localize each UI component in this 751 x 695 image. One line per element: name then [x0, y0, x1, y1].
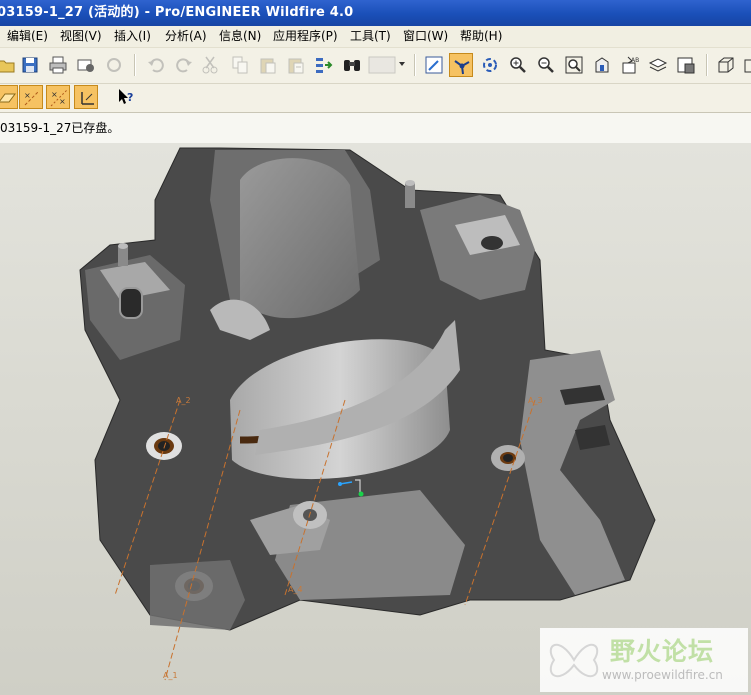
repaint-icon[interactable]	[422, 53, 446, 77]
wireframe-icon[interactable]	[740, 53, 751, 77]
menu-tools[interactable]: 工具(T)	[350, 26, 391, 47]
window-title: 03159-1_27 (活动的) - Pro/ENGINEER Wildfire…	[0, 5, 354, 20]
svg-text:AB: AB	[631, 57, 639, 64]
datum-axes-icon[interactable]: ×	[19, 85, 43, 109]
toolbar-separator	[134, 54, 136, 76]
watermark-title: 野火论坛	[610, 637, 715, 666]
layers-icon[interactable]	[646, 53, 670, 77]
menu-help[interactable]: 帮助(H)	[460, 26, 502, 47]
svg-text:?: ?	[127, 91, 133, 104]
cad-part-model	[79, 147, 656, 631]
main-toolbar: AB	[0, 48, 751, 84]
menu-info[interactable]: 信息(N)	[219, 26, 261, 47]
toolbar-separator	[706, 54, 708, 76]
paste-special-icon[interactable]	[284, 53, 308, 77]
reorient-icon[interactable]	[590, 53, 614, 77]
refit-icon[interactable]	[562, 53, 586, 77]
axis-label-a1: A_1	[163, 671, 178, 680]
undo-icon[interactable]	[144, 53, 168, 77]
paste-icon[interactable]	[256, 53, 280, 77]
find-icon[interactable]	[340, 53, 364, 77]
model-canvas: A_1 A_2 A_3 A_4	[79, 147, 656, 681]
status-message: 03159-1_27已存盘。	[0, 121, 120, 135]
svg-text:×: ×	[51, 90, 58, 99]
menu-window[interactable]: 窗口(W)	[403, 26, 448, 47]
whats-this-icon[interactable]: ?	[114, 85, 138, 109]
selection-filter-dropdown[interactable]	[366, 53, 398, 77]
send-icon[interactable]	[74, 53, 98, 77]
open-icon[interactable]	[0, 53, 18, 77]
svg-text:×: ×	[24, 91, 31, 100]
orient-mode-icon[interactable]	[478, 53, 502, 77]
axis-label-a4: A_4	[288, 585, 303, 594]
zoom-out-icon[interactable]	[534, 53, 558, 77]
menu-analysis[interactable]: 分析(A)	[165, 26, 207, 47]
graphics-window[interactable]: A_1 A_2 A_3 A_4	[0, 143, 751, 695]
view-manager-icon[interactable]	[674, 53, 698, 77]
menu-bar: 编辑(E) 视图(V) 插入(I) 分析(A) 信息(N) 应用程序(P) 工具…	[0, 26, 751, 48]
save-icon[interactable]	[18, 53, 42, 77]
cut-icon[interactable]	[198, 53, 222, 77]
axis-label-a2: A_2	[176, 396, 191, 405]
regen-manager-icon[interactable]	[312, 53, 336, 77]
menu-insert[interactable]: 插入(I)	[114, 26, 151, 47]
zoom-in-icon[interactable]	[506, 53, 530, 77]
redo-icon[interactable]	[172, 53, 196, 77]
display-style-icon[interactable]	[714, 53, 738, 77]
message-area: 03159-1_27已存盘。	[0, 112, 751, 144]
menu-edit[interactable]: 编辑(E)	[7, 26, 48, 47]
copy-icon[interactable]	[228, 53, 252, 77]
chevron-down-icon[interactable]	[398, 60, 406, 70]
datum-planes-icon[interactable]	[0, 85, 18, 109]
butterfly-logo-icon	[549, 643, 599, 678]
print-icon[interactable]	[46, 53, 70, 77]
axis-label-a3: A_3	[528, 396, 543, 405]
forum-watermark: 野火论坛 www.proewildfire.cn	[540, 628, 748, 692]
regenerate-icon[interactable]	[102, 53, 126, 77]
saved-views-icon[interactable]: AB	[618, 53, 642, 77]
datum-toolbar: × × × ?	[0, 84, 751, 112]
menu-view[interactable]: 视图(V)	[60, 26, 102, 47]
datum-points-icon[interactable]: × ×	[46, 85, 70, 109]
csys-icon[interactable]	[74, 85, 98, 109]
svg-text:×: ×	[59, 97, 66, 106]
toolbar-separator	[414, 54, 416, 76]
menu-applications[interactable]: 应用程序(P)	[273, 26, 338, 47]
watermark-url: www.proewildfire.cn	[602, 668, 723, 682]
window-titlebar: 03159-1_27 (活动的) - Pro/ENGINEER Wildfire…	[0, 0, 751, 26]
spin-center-icon[interactable]	[449, 53, 473, 77]
